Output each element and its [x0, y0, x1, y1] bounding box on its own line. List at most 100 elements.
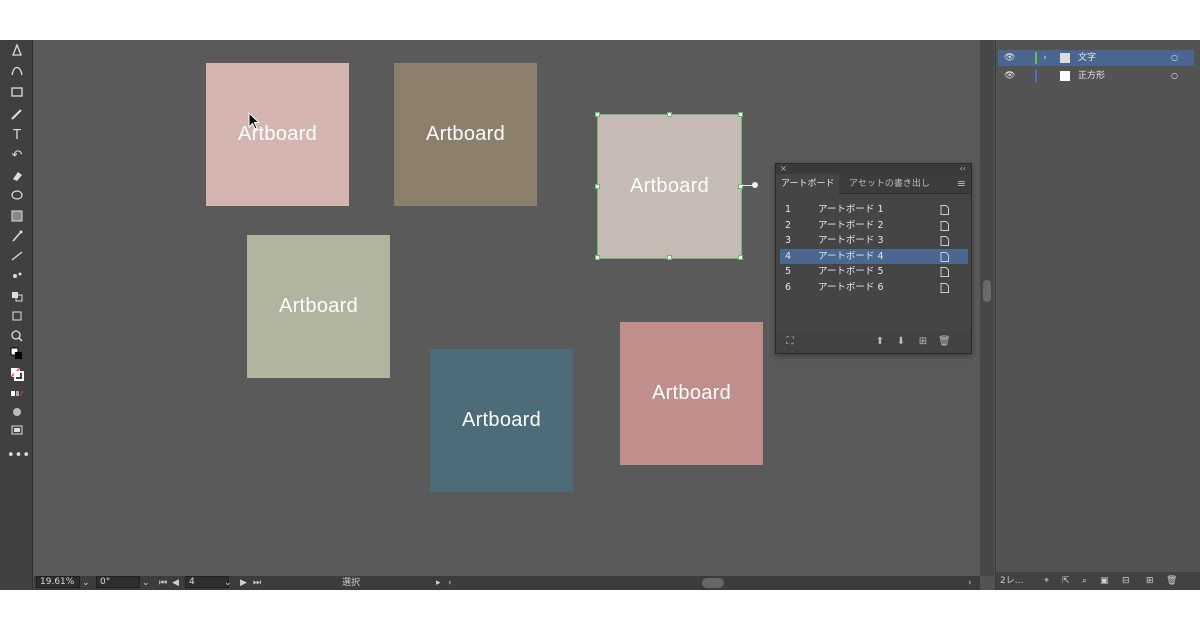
selection-handle[interactable]: [667, 255, 672, 260]
clipping-mask-icon[interactable]: ▣: [1100, 572, 1109, 590]
selection-handle[interactable]: [667, 112, 672, 117]
artboard-number-field[interactable]: 4: [185, 576, 229, 588]
artboard-tool-icon[interactable]: [7, 308, 27, 324]
shape-builder-icon[interactable]: [7, 288, 27, 304]
selection-handle[interactable]: [738, 255, 743, 260]
selection-handle[interactable]: [595, 112, 600, 117]
locate-object-icon[interactable]: ⌖: [1044, 572, 1049, 590]
artboard-list-item[interactable]: 2 アートボード 2: [780, 218, 968, 234]
artboard-list-item[interactable]: 1 アートボード 1: [780, 202, 968, 218]
collapse-icon[interactable]: ‹‹: [960, 164, 966, 174]
artboard-5[interactable]: Artboard: [430, 349, 573, 492]
first-artboard-icon[interactable]: ⏮: [159, 576, 167, 590]
artboard-list-item-selected[interactable]: 4 アートボード 4: [780, 248, 968, 264]
artboard-6[interactable]: Artboard: [620, 322, 763, 465]
new-artboard-icon[interactable]: ⊞: [917, 336, 929, 348]
artboard-label: Artboard: [461, 409, 542, 431]
prev-artboard-icon[interactable]: ◀: [172, 576, 179, 590]
eraser-icon[interactable]: [7, 168, 27, 184]
artboard-options-icon[interactable]: [940, 236, 949, 246]
trash-icon[interactable]: 🗑: [938, 336, 951, 348]
artboard-options-icon[interactable]: [940, 220, 949, 231]
next-artboard-icon[interactable]: ▶: [240, 576, 247, 590]
layer-name[interactable]: 正方形: [1078, 68, 1105, 84]
fill-stroke-icon[interactable]: [7, 366, 27, 382]
symbol-sprayer-icon[interactable]: [7, 268, 27, 284]
curvature-icon[interactable]: [7, 62, 27, 78]
last-artboard-icon[interactable]: ⏭: [253, 576, 261, 590]
artboard-label: Artboard: [629, 175, 710, 197]
trash-icon[interactable]: 🗑: [1166, 572, 1177, 590]
artboard-3-selected[interactable]: Artboard: [597, 114, 742, 259]
default-colors-icon[interactable]: [7, 346, 27, 362]
tab-artboards[interactable]: アートボード: [776, 174, 840, 194]
tools-panel: T ↶ •••: [0, 40, 33, 590]
rearrange-icon[interactable]: ⛶: [784, 336, 796, 348]
layer-row-selected[interactable]: 👁 › 文字 ○: [998, 50, 1194, 66]
artboard-number: 5: [785, 266, 792, 277]
scrollbar-thumb[interactable]: [983, 280, 991, 302]
status-menu-icon[interactable]: ▸: [436, 576, 441, 590]
artboard-list-item[interactable]: 6 アートボード 6: [780, 280, 968, 296]
lasso-icon[interactable]: [7, 188, 27, 204]
tab-asset-export[interactable]: アセットの書き出し: [844, 174, 935, 194]
horizontal-scroll-thumb[interactable]: [702, 578, 724, 588]
chevron-down-icon[interactable]: ⌄: [224, 576, 232, 590]
move-up-icon[interactable]: ⬆: [874, 336, 886, 348]
panel-titlebar[interactable]: × ‹‹: [776, 164, 971, 174]
target-icon[interactable]: ○: [1171, 50, 1178, 66]
draw-mode-icon[interactable]: [7, 404, 27, 420]
layer-name[interactable]: 文字: [1078, 50, 1096, 66]
search-icon[interactable]: ⌕: [1082, 572, 1087, 590]
artboard-options-icon[interactable]: [940, 282, 949, 293]
rotation-field[interactable]: 0°: [96, 576, 140, 588]
zoom-icon[interactable]: [7, 328, 27, 344]
artboard-list-item[interactable]: 3 アートボード 3: [780, 233, 968, 249]
rotate-icon[interactable]: ↶: [7, 148, 27, 164]
layer-row[interactable]: 👁 正方形 ○: [998, 68, 1194, 84]
artboard-label: Artboard: [278, 295, 359, 317]
new-layer-icon[interactable]: ⊞: [1146, 572, 1154, 590]
panel-menu-icon[interactable]: ≡: [957, 177, 966, 190]
artboard-options-icon[interactable]: [940, 251, 949, 262]
pen-icon[interactable]: [7, 42, 27, 58]
eye-icon[interactable]: 👁: [1004, 50, 1015, 66]
eyedropper-icon[interactable]: [7, 228, 27, 244]
artboard-1[interactable]: Artboard: [206, 63, 349, 206]
move-down-icon[interactable]: ⬇: [895, 336, 907, 348]
type-icon[interactable]: T: [7, 128, 27, 144]
artboard-list-item[interactable]: 5 アートボード 5: [780, 264, 968, 280]
current-tool-label: 選択: [342, 578, 361, 588]
screen-mode-icon[interactable]: [7, 422, 27, 438]
zoom-field[interactable]: 19.61%: [36, 576, 80, 588]
color-mode-icon[interactable]: [7, 386, 27, 402]
close-icon[interactable]: ×: [780, 164, 787, 174]
scroll-left-icon[interactable]: ‹: [448, 576, 452, 590]
layer-color-bar: [1035, 52, 1037, 64]
brush-icon[interactable]: [7, 106, 27, 122]
layers-footer: 2レ... ⌖ ⇱ ⌕ ▣ ⊟ ⊞ 🗑: [996, 572, 1200, 590]
selection-handle[interactable]: [738, 112, 743, 117]
gradient-icon[interactable]: [7, 208, 27, 224]
selection-handle[interactable]: [595, 184, 600, 189]
artboard-4[interactable]: Artboard: [247, 235, 390, 378]
export-icon[interactable]: ⇱: [1062, 572, 1070, 590]
expand-arrow-icon[interactable]: ›: [1043, 50, 1047, 66]
artboard-options-icon[interactable]: [940, 267, 949, 277]
more-tools-icon[interactable]: •••: [7, 448, 30, 464]
rotation-handle[interactable]: [752, 182, 758, 188]
target-icon[interactable]: ○: [1171, 68, 1178, 84]
blend-icon[interactable]: [7, 248, 27, 264]
chevron-down-icon[interactable]: ⌄: [82, 576, 90, 590]
artboard-options-icon[interactable]: [940, 205, 949, 215]
scroll-right-icon[interactable]: ›: [968, 576, 972, 590]
chevron-down-icon[interactable]: ⌄: [142, 576, 150, 590]
selection-handle[interactable]: [595, 255, 600, 260]
rectangle-icon[interactable]: [7, 84, 27, 100]
artboard-name: アートボード 5: [818, 266, 884, 277]
eye-icon[interactable]: 👁: [1004, 68, 1015, 84]
artboard-2[interactable]: Artboard: [394, 63, 537, 206]
artboard-label: Artboard: [651, 382, 732, 404]
vertical-scrollbar[interactable]: [980, 40, 994, 576]
new-sublayer-icon[interactable]: ⊟: [1122, 572, 1130, 590]
